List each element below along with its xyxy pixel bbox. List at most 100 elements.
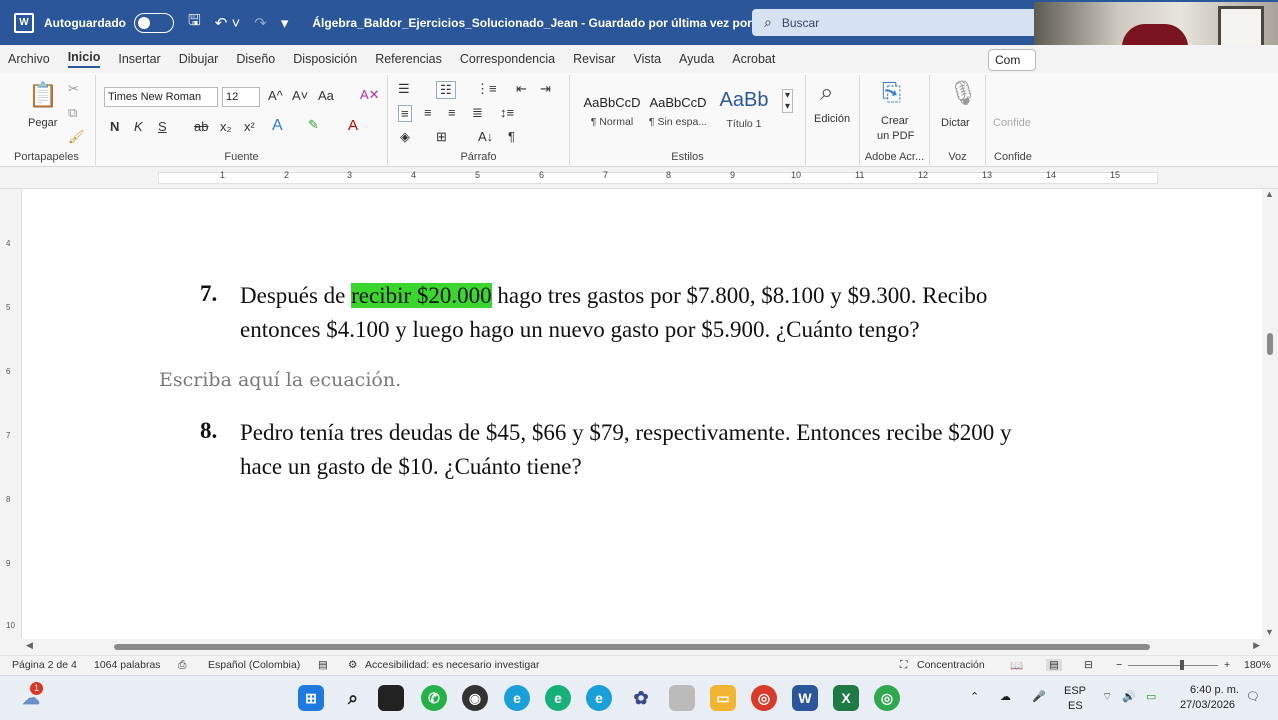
- start-icon[interactable]: ⊞: [298, 685, 324, 711]
- menu-referencias[interactable]: Referencias: [375, 52, 442, 66]
- document-title[interactable]: Álgebra_Baldor_Ejercicios_Solucionado_Je…: [312, 16, 785, 30]
- menu-inicio[interactable]: Inicio: [67, 50, 101, 68]
- taskbar-search-icon[interactable]: ⌕: [340, 685, 366, 711]
- excel-icon[interactable]: X: [833, 685, 859, 711]
- horizontal-ruler[interactable]: 1 2 3 4 5 6 7 8 9 10 11 12 13 14 15: [0, 167, 1278, 189]
- menu-revisar[interactable]: Revisar: [573, 52, 615, 66]
- notifications-icon[interactable]: 🗨: [1246, 690, 1260, 703]
- shading-icon[interactable]: ◈: [400, 129, 410, 145]
- menu-dibujar[interactable]: Dibujar: [179, 52, 219, 66]
- search-box[interactable]: ⌕ Buscar: [752, 9, 1042, 36]
- show-formatting-icon[interactable]: ¶: [508, 129, 515, 144]
- tray-expand-icon[interactable]: ⌃: [970, 690, 979, 703]
- italic-button[interactable]: K: [134, 119, 143, 134]
- customize-qat-icon[interactable]: ▾: [281, 14, 289, 32]
- zoom-slider[interactable]: [1128, 665, 1218, 666]
- chrome-profile-icon[interactable]: ◎: [874, 685, 900, 711]
- align-center-icon[interactable]: ≡: [424, 105, 432, 120]
- strikethrough-button[interactable]: ab: [194, 119, 208, 134]
- create-pdf-label-2[interactable]: un PDF: [877, 130, 914, 142]
- multilevel-list-icon[interactable]: ⋮≡: [476, 81, 497, 97]
- font-family-dropdown[interactable]: Times New Roman: [104, 87, 218, 107]
- web-layout-icon[interactable]: ⊟: [1084, 659, 1093, 671]
- bold-button[interactable]: N: [110, 119, 119, 134]
- format-painter-icon[interactable]: 🖌: [68, 129, 85, 145]
- clock-time[interactable]: 6:40 p. m.: [1190, 684, 1239, 696]
- horizontal-scrollbar[interactable]: ◀ ▶: [22, 639, 1262, 655]
- paste-icon[interactable]: 📋: [28, 81, 58, 110]
- battery-icon[interactable]: ▭: [1146, 690, 1156, 703]
- edge-icon[interactable]: e: [504, 685, 530, 711]
- menu-insertar[interactable]: Insertar: [118, 52, 160, 66]
- scroll-down-icon[interactable]: ▼: [1265, 627, 1274, 637]
- save-icon[interactable]: 🖫: [188, 10, 201, 35]
- word-count[interactable]: 1064 palabras: [94, 659, 161, 671]
- menu-correspondencia[interactable]: Correspondencia: [460, 52, 555, 66]
- dictate-label[interactable]: Dictar: [941, 117, 970, 129]
- line-spacing-icon[interactable]: ↕≡: [500, 105, 514, 120]
- microphone-icon[interactable]: 🎙: [948, 79, 978, 108]
- question-8-text[interactable]: Pedro tenía tres deudas de $45, $66 y $7…: [240, 416, 1240, 484]
- paste-label[interactable]: Pegar: [28, 117, 57, 129]
- focus-icon[interactable]: ⛶: [900, 659, 907, 672]
- style-normal[interactable]: AaBbCcD ¶ Normal: [580, 87, 644, 135]
- highlight-button[interactable]: ✎: [308, 117, 319, 133]
- style-no-spacing[interactable]: AaBbCcD ¶ Sin espa...: [646, 87, 710, 135]
- media-app-icon[interactable]: ◉: [462, 685, 488, 711]
- accessibility-icon[interactable]: ⚙: [348, 659, 357, 671]
- accessibility-status[interactable]: Accesibilidad: es necesario investigar: [365, 659, 540, 671]
- cut-icon[interactable]: ✂: [68, 81, 79, 97]
- sensitivity-label[interactable]: Confide: [993, 117, 1031, 129]
- underline-button[interactable]: S: [158, 119, 167, 134]
- word-taskbar-icon[interactable]: W: [792, 685, 818, 711]
- chrome-icon[interactable]: ◎: [751, 685, 777, 711]
- read-mode-icon[interactable]: 📖: [1010, 659, 1023, 672]
- decrease-indent-icon[interactable]: ⇤: [516, 81, 527, 97]
- clock-date[interactable]: 27/03/2026: [1180, 699, 1235, 711]
- menu-archivo[interactable]: Archivo: [8, 52, 50, 66]
- comments-button[interactable]: Com: [988, 49, 1036, 71]
- document-page[interactable]: 7. Después de recibir $20.000 hago tres …: [22, 189, 1262, 639]
- menu-acrobat[interactable]: Acrobat: [732, 52, 775, 66]
- vertical-ruler[interactable]: 4 5 6 7 8 9 10: [0, 189, 22, 639]
- shrink-font-button[interactable]: A˅: [292, 88, 308, 103]
- editing-label[interactable]: Edición: [814, 113, 850, 125]
- page-count[interactable]: Página 2 de 4: [12, 659, 77, 671]
- edge-profile-icon[interactable]: e: [545, 685, 571, 711]
- wifi-icon[interactable]: ⌔: [1102, 690, 1112, 704]
- onedrive-icon[interactable]: ☁: [1000, 690, 1011, 703]
- grow-font-button[interactable]: A^: [268, 88, 283, 103]
- style-heading-1[interactable]: AaBb Título 1: [712, 87, 776, 135]
- vertical-scroll-thumb[interactable]: [1267, 333, 1273, 355]
- clear-formatting-icon[interactable]: A✕: [360, 87, 380, 103]
- whatsapp-icon[interactable]: ✆: [421, 685, 447, 711]
- menu-ayuda[interactable]: Ayuda: [679, 52, 714, 66]
- undo-icon[interactable]: ↶ ˅: [215, 14, 241, 32]
- copy-icon[interactable]: ⧉: [68, 105, 77, 121]
- font-color-button[interactable]: A: [348, 117, 358, 134]
- redo-icon[interactable]: ↷: [254, 14, 267, 32]
- scroll-left-icon[interactable]: ◀: [26, 640, 33, 651]
- mic-tray-icon[interactable]: 🎤: [1032, 690, 1046, 703]
- focus-mode[interactable]: Concentración: [917, 659, 985, 671]
- numbering-icon[interactable]: ☷: [436, 81, 456, 99]
- superscript-button[interactable]: x²: [244, 119, 255, 134]
- find-icon[interactable]: ⌕: [820, 79, 833, 107]
- create-pdf-icon[interactable]: ⎘: [882, 79, 901, 107]
- bullets-icon[interactable]: ☰: [398, 81, 410, 97]
- zoom-level[interactable]: 180%: [1244, 659, 1271, 671]
- proofing-icon[interactable]: ⎙: [178, 659, 186, 672]
- scroll-right-icon[interactable]: ▶: [1253, 640, 1260, 651]
- subscript-button[interactable]: x₂: [220, 119, 232, 134]
- increase-indent-icon[interactable]: ⇥: [540, 81, 551, 97]
- justify-icon[interactable]: ≣: [472, 105, 483, 121]
- borders-icon[interactable]: ⊞: [436, 129, 447, 145]
- task-view-icon[interactable]: [378, 685, 404, 711]
- align-left-icon[interactable]: ≡: [398, 105, 412, 122]
- menu-vista[interactable]: Vista: [633, 52, 661, 66]
- equation-placeholder[interactable]: Escriba aquí la ecuación.: [159, 369, 401, 391]
- edge-secondary-icon[interactable]: e: [586, 685, 612, 711]
- print-layout-icon[interactable]: ▤: [1046, 659, 1062, 671]
- volume-icon[interactable]: 🔊: [1122, 690, 1136, 703]
- usb-drive-icon[interactable]: [669, 685, 695, 711]
